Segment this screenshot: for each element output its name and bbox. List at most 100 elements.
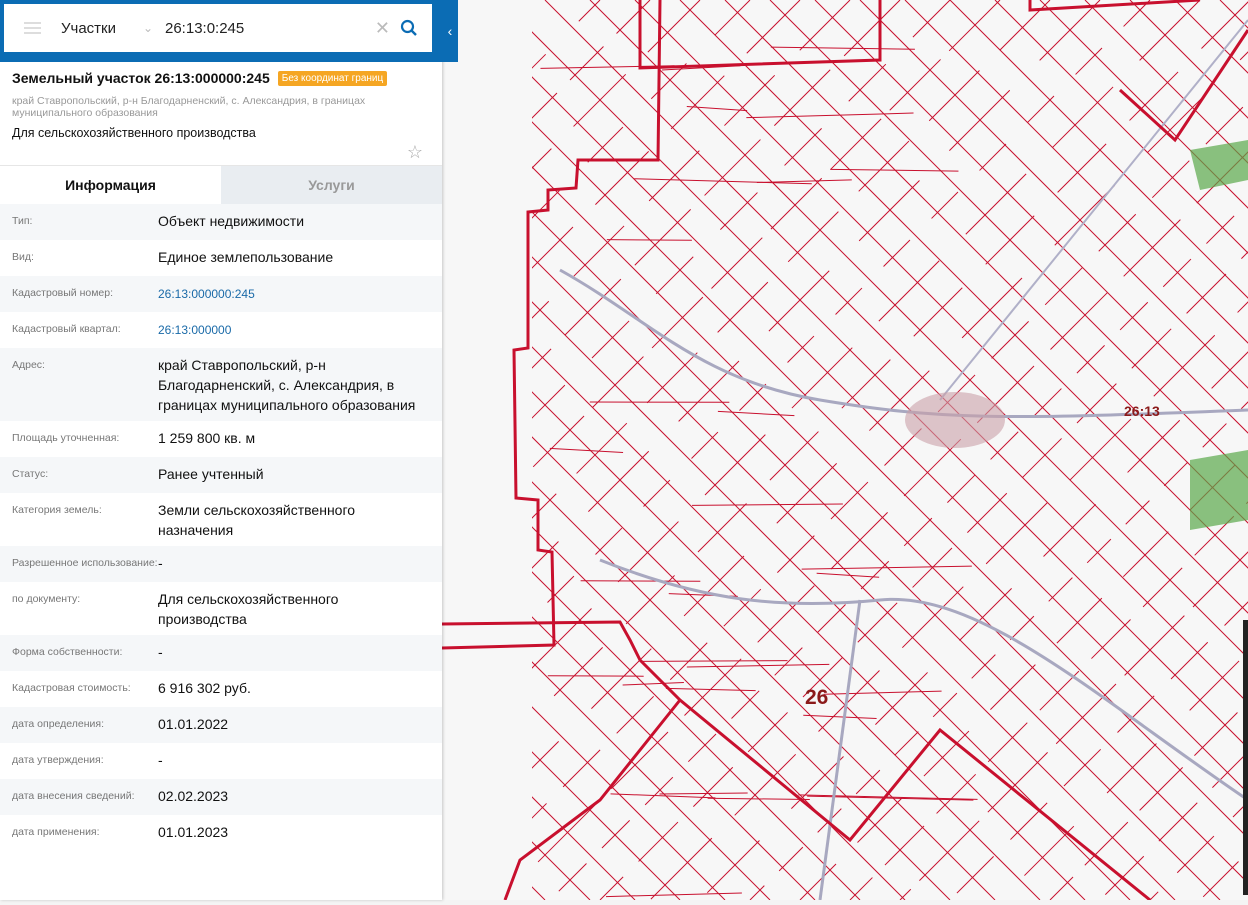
row-label: Статус: (12, 466, 158, 493)
row-label: Кадастровый номер: (12, 285, 158, 312)
parcel-line (718, 411, 795, 415)
parcel-line (680, 0, 1248, 900)
row-value[interactable]: 26:13:000000 (158, 319, 442, 348)
search-input[interactable]: 26:13:0:245 (165, 20, 375, 37)
parcel-line (581, 581, 701, 582)
row-label: дата утверждения: (12, 752, 158, 779)
parcel-line (607, 240, 692, 241)
parcel-line (995, 0, 1248, 900)
road (940, 20, 1248, 400)
parcel-line (708, 798, 810, 799)
map-label-district: 26:13 (1124, 403, 1160, 419)
object-header: Земельный участок 26:13:000000:245 Без ко… (0, 62, 442, 166)
row-label: по документу: (12, 591, 158, 635)
mask (442, 0, 532, 900)
parcel-line (550, 448, 623, 452)
parcel-line (1000, 0, 1248, 900)
parcel-line (600, 0, 1248, 900)
table-row: дата применения:01.01.2023 (0, 815, 442, 851)
row-label: Категория земель: (12, 502, 158, 546)
parcel-line (545, 0, 1248, 900)
row-label: Площадь уточненная: (12, 430, 158, 457)
parcel-line (659, 793, 747, 794)
table-row: Статус:Ранее учтенный (0, 457, 442, 493)
chevron-down-icon[interactable]: ⌄ (143, 21, 163, 35)
table-row: Разрешенное использование:- (0, 546, 442, 582)
parcel-line (800, 0, 1248, 900)
table-row: Кадастровый номер:26:13:000000:245 (0, 276, 442, 312)
row-value: Ранее учтенный (158, 464, 442, 493)
table-row: Адрес:край Ставропольский, р-н Благодарн… (0, 348, 442, 421)
parcel-line (750, 0, 1248, 900)
parcel-line (1100, 0, 1248, 900)
row-value: 1 259 800 кв. м (158, 428, 442, 457)
table-row: Форма собственности:- (0, 635, 442, 671)
parcel-line (687, 107, 747, 111)
row-label: Форма собственности: (12, 644, 158, 671)
star-icon[interactable]: ☆ (407, 142, 423, 163)
table-row: Категория земель:Земли сельскохозяйствен… (0, 493, 442, 546)
scrollbar-edge (1243, 620, 1248, 895)
row-label: дата применения: (12, 824, 158, 851)
parcel-line (1050, 0, 1248, 900)
table-row: Вид:Единое землепользование (0, 240, 442, 276)
forest (1190, 140, 1248, 190)
parcel-line (692, 504, 843, 505)
row-value[interactable]: 26:13:000000:245 (158, 283, 442, 312)
parcel-line (746, 113, 913, 118)
parcel-line (1200, 0, 1248, 900)
info-panel: Участки ⌄ 26:13:0:245 ✕ Земельный участо… (0, 0, 442, 900)
status-badge: Без координат границ (278, 71, 387, 86)
row-label: дата определения: (12, 716, 158, 743)
object-address: край Ставропольский, р-н Благодарненский… (12, 95, 430, 119)
parcel-line (803, 715, 876, 718)
tab-info[interactable]: Информация (0, 166, 221, 204)
object-title: Земельный участок 26:13:000000:245 (12, 70, 270, 86)
parcel-line (550, 0, 1248, 900)
row-value: Единое землепользование (158, 247, 442, 276)
row-value: 6 916 302 руб. (158, 678, 442, 707)
parcel-line (650, 0, 1248, 900)
tab-services[interactable]: Услуги (221, 166, 442, 204)
layer-select[interactable]: Участки (61, 20, 143, 37)
row-label: Адрес: (12, 357, 158, 421)
row-value: - (158, 553, 442, 582)
table-row: по документу:Для сельскохозяйственного п… (0, 582, 442, 635)
table-row: Кадастровая стоимость:6 916 302 руб. (0, 671, 442, 707)
parcel-line (817, 573, 880, 577)
table-row: дата утверждения:- (0, 743, 442, 779)
parcel-line (611, 794, 716, 798)
chevron-left-icon: ‹ (448, 23, 453, 39)
parcel-line (815, 0, 1248, 900)
table-row: Площадь уточненная:1 259 800 кв. м (0, 421, 442, 457)
forest (1190, 450, 1248, 530)
row-label: Кадастровая стоимость: (12, 680, 158, 707)
row-label: Тип: (12, 213, 158, 240)
parcel-line (641, 661, 788, 662)
parcel-line (1175, 0, 1248, 900)
collapse-panel-button[interactable]: ‹ (442, 0, 458, 62)
row-value: Земли сельскохозяйственного назначения (158, 500, 442, 546)
settlement (905, 392, 1005, 448)
parcel-line (1040, 0, 1248, 900)
parcel-line (500, 0, 1248, 900)
menu-icon[interactable] (24, 22, 41, 34)
row-value: 02.02.2023 (158, 786, 442, 815)
search-icon[interactable] (400, 19, 418, 37)
parcel-line (771, 47, 915, 49)
parcel-line (860, 0, 1248, 900)
info-table: Тип:Объект недвижимостиВид:Единое землеп… (0, 204, 442, 851)
table-row: дата внесения сведений:02.02.2023 (0, 779, 442, 815)
parcel-line (1085, 0, 1248, 900)
row-label: Разрешенное использование: (12, 555, 158, 582)
row-value: Объект недвижимости (158, 211, 442, 240)
clear-icon[interactable]: ✕ (375, 18, 390, 39)
row-value: - (158, 750, 442, 779)
parcel-line (623, 682, 684, 685)
parcel-line (700, 0, 1248, 900)
parcel-line (770, 0, 1248, 900)
row-label: Вид: (12, 249, 158, 276)
road (600, 560, 1248, 800)
row-value: край Ставропольский, р-н Благодарненский… (158, 355, 442, 421)
boundary (1030, 0, 1248, 140)
